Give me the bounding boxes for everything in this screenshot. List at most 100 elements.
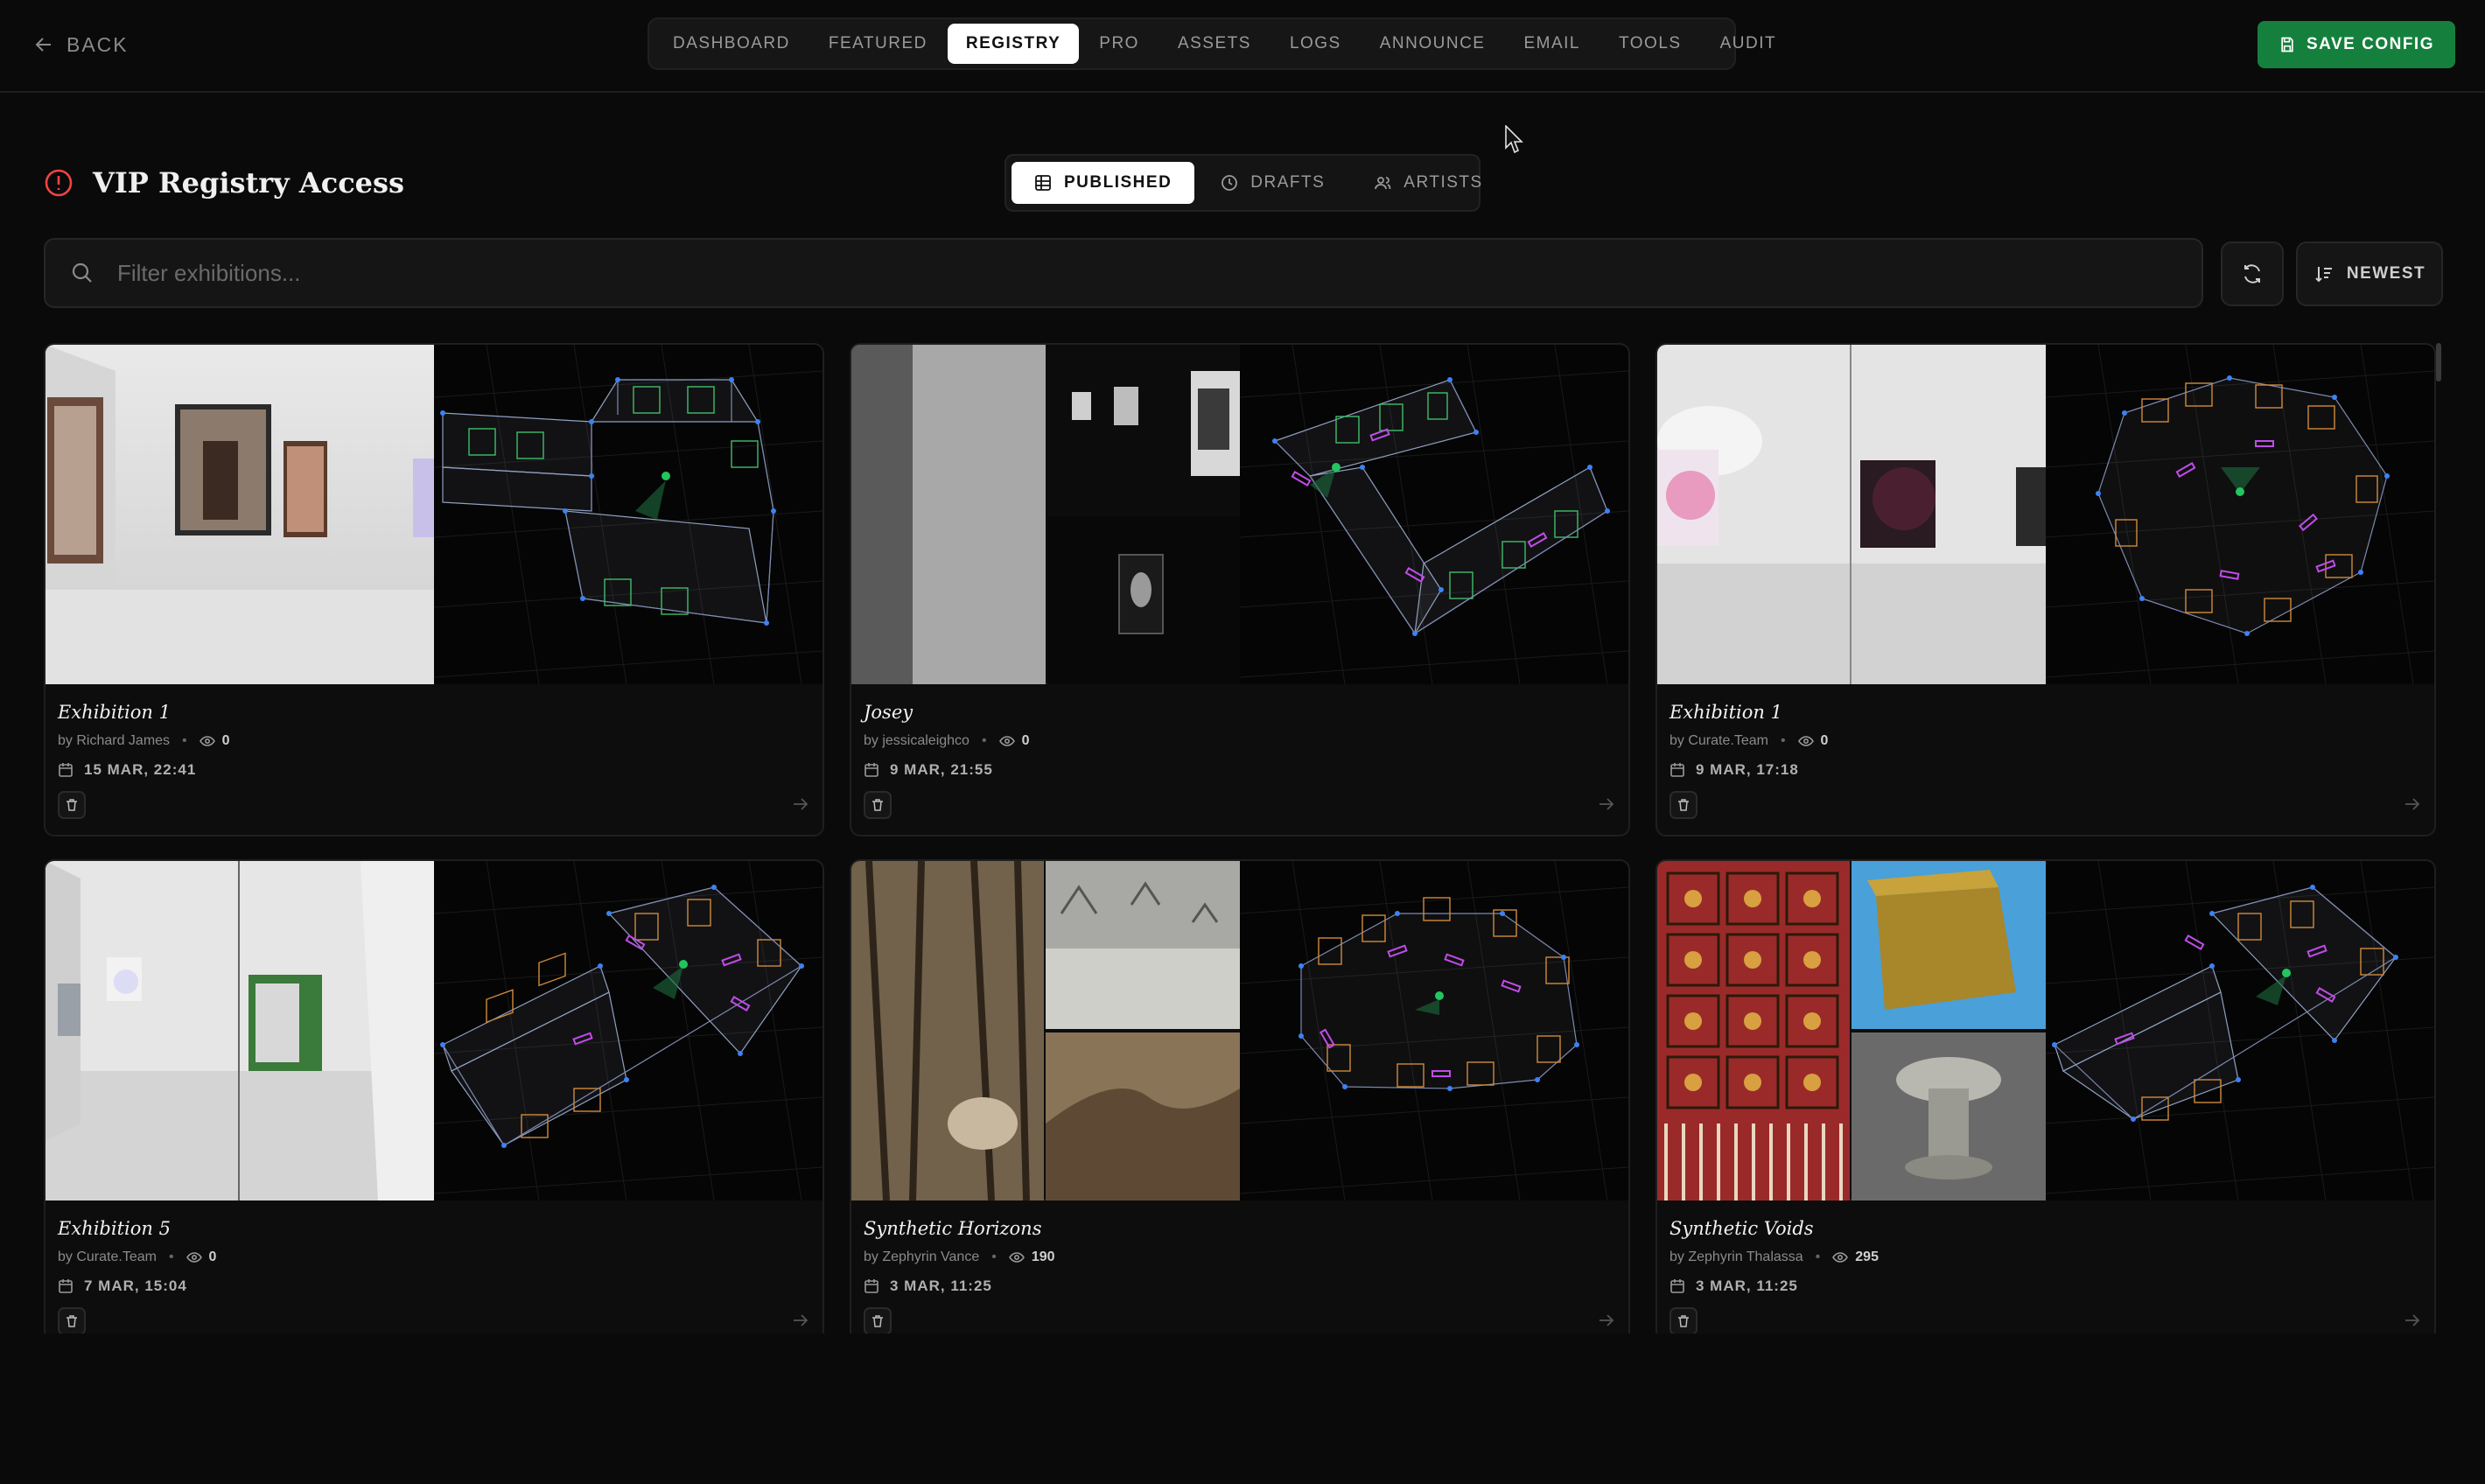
exhibition-card[interactable]: Exhibition 1 by Richard James • 0 15 MAR…: [44, 343, 824, 836]
tab-email[interactable]: EMAIL: [1505, 24, 1599, 64]
card-thumbnails: [46, 861, 822, 1200]
tab-artists[interactable]: ARTISTS: [1351, 162, 1505, 204]
tab-featured[interactable]: FEATURED: [810, 24, 946, 64]
view-count-value: 190: [1031, 1250, 1055, 1264]
tab-registry[interactable]: REGISTRY: [947, 24, 1080, 64]
card-meta: by Curate.Team • 0: [1670, 733, 1828, 749]
open-arrow-icon[interactable]: [1597, 1311, 1616, 1330]
search-bar: [44, 238, 2203, 308]
card-thumbnails: [1657, 345, 2434, 684]
card-meta: by Richard James • 0: [58, 733, 230, 749]
tab-pro[interactable]: PRO: [1081, 24, 1158, 64]
calendar-icon: [864, 1279, 878, 1293]
tab-drafts[interactable]: DRAFTS: [1198, 162, 1348, 204]
gallery-render-image: [851, 345, 1240, 684]
floor-plan-3d: [1240, 861, 1628, 1200]
view-count: 295: [1832, 1250, 1879, 1265]
alert-circle-icon: [45, 169, 73, 197]
page-header: VIP Registry Access: [44, 166, 404, 200]
card-meta: by jessicaleighco • 0: [864, 733, 1029, 749]
view-count-value: 0: [1820, 733, 1829, 748]
card-date: 3 MAR, 11:25: [864, 1278, 992, 1295]
view-count-value: 0: [208, 1250, 217, 1264]
tab-audit[interactable]: AUDIT: [1702, 24, 1796, 64]
exhibition-card[interactable]: Exhibition 5 by Curate.Team • 0 7 MAR, 1…: [44, 859, 824, 1334]
delete-button[interactable]: [1670, 1307, 1698, 1334]
view-count: 190: [1008, 1250, 1055, 1265]
trash-icon: [872, 799, 883, 811]
tab-artists-label: ARTISTS: [1404, 173, 1483, 192]
back-button[interactable]: BACK: [33, 30, 129, 60]
trash-icon: [1678, 1315, 1689, 1327]
calendar-icon: [864, 763, 878, 777]
main-nav: DASHBOARD FEATURED REGISTRY PRO ASSETS L…: [648, 18, 1775, 70]
separator-dot: •: [991, 1250, 997, 1264]
card-author: by Curate.Team: [58, 1250, 157, 1264]
card-date-value: 7 MAR, 15:04: [84, 1278, 187, 1294]
calendar-icon: [59, 763, 73, 777]
delete-button[interactable]: [1670, 791, 1698, 819]
floor-plan-3d: [434, 345, 822, 684]
calendar-icon: [1670, 763, 1684, 777]
exhibition-grid: Exhibition 1 by Richard James • 0 15 MAR…: [0, 341, 2485, 1334]
gallery-render-image: [851, 861, 1240, 1200]
tab-published[interactable]: PUBLISHED: [1012, 162, 1195, 204]
tab-logs[interactable]: LOGS: [1271, 24, 1360, 64]
tab-assets[interactable]: ASSETS: [1159, 24, 1270, 64]
card-date: 3 MAR, 11:25: [1670, 1278, 1798, 1295]
save-config-button[interactable]: SAVE CONFIG: [2258, 21, 2455, 68]
exhibition-card[interactable]: Exhibition 1 by Curate.Team • 0 9 MAR, 1…: [1656, 343, 2436, 836]
delete-button[interactable]: [864, 791, 892, 819]
card-date-value: 3 MAR, 11:25: [890, 1278, 992, 1294]
eye-icon: [199, 736, 215, 746]
card-date-value: 9 MAR, 21:55: [890, 761, 993, 778]
floor-plan-3d: [1240, 345, 1628, 684]
card-meta: by Curate.Team • 0: [58, 1250, 216, 1265]
search-input[interactable]: [117, 259, 2130, 287]
floor-plan-3d: [2046, 861, 2434, 1200]
open-arrow-icon[interactable]: [1597, 794, 1616, 814]
calendar-icon: [1670, 1279, 1684, 1293]
sort-icon: [2315, 267, 2332, 283]
refresh-icon: [2244, 264, 2260, 284]
refresh-button[interactable]: [2221, 242, 2284, 306]
users-icon: [1375, 177, 1391, 190]
open-arrow-icon[interactable]: [2403, 1311, 2422, 1330]
gallery-render-image: [1657, 861, 2046, 1200]
tab-published-label: PUBLISHED: [1064, 173, 1172, 192]
separator-dot: •: [182, 733, 187, 748]
card-author: by Zephyrin Vance: [864, 1250, 980, 1264]
sort-button[interactable]: NEWEST: [2296, 242, 2443, 306]
card-title: Exhibition 1: [1670, 702, 1782, 723]
tab-dashboard[interactable]: DASHBOARD: [654, 24, 808, 64]
exhibition-card[interactable]: Josey by jessicaleighco • 0 9 MAR, 21:55: [850, 343, 1630, 836]
tab-drafts-label: DRAFTS: [1250, 173, 1326, 192]
delete-button[interactable]: [58, 791, 86, 819]
card-meta: by Zephyrin Vance • 190: [864, 1250, 1055, 1265]
card-title: Exhibition 1: [58, 702, 171, 723]
delete-button[interactable]: [58, 1307, 86, 1334]
floor-plan-3d: [2046, 345, 2434, 684]
card-title: Exhibition 5: [58, 1218, 171, 1239]
exhibition-card[interactable]: Synthetic Voids by Zephyrin Thalassa • 2…: [1656, 859, 2436, 1334]
view-switcher: PUBLISHED DRAFTS ARTISTS: [1004, 154, 1481, 212]
exhibition-card[interactable]: Synthetic Horizons by Zephyrin Vance • 1…: [850, 859, 1630, 1334]
separator-dot: •: [1780, 733, 1786, 748]
delete-button[interactable]: [864, 1307, 892, 1334]
trash-icon: [66, 799, 77, 811]
calendar-icon: [59, 1279, 73, 1293]
tab-announce[interactable]: ANNOUNCE: [1362, 24, 1504, 64]
top-bar: BACK DASHBOARD FEATURED REGISTRY PRO ASS…: [0, 0, 2485, 93]
gallery-render-image: [46, 861, 434, 1200]
separator-dot: •: [1815, 1250, 1821, 1264]
open-arrow-icon[interactable]: [791, 794, 810, 814]
card-date-value: 15 MAR, 22:41: [84, 761, 197, 778]
tab-tools[interactable]: TOOLS: [1600, 24, 1700, 64]
card-thumbnails: [1657, 861, 2434, 1200]
open-arrow-icon[interactable]: [2403, 794, 2422, 814]
view-count: 0: [199, 733, 230, 749]
open-arrow-icon[interactable]: [791, 1311, 810, 1330]
sort-label: NEWEST: [2346, 264, 2426, 283]
card-title: Josey: [864, 702, 914, 723]
card-author: by Zephyrin Thalassa: [1670, 1250, 1803, 1264]
